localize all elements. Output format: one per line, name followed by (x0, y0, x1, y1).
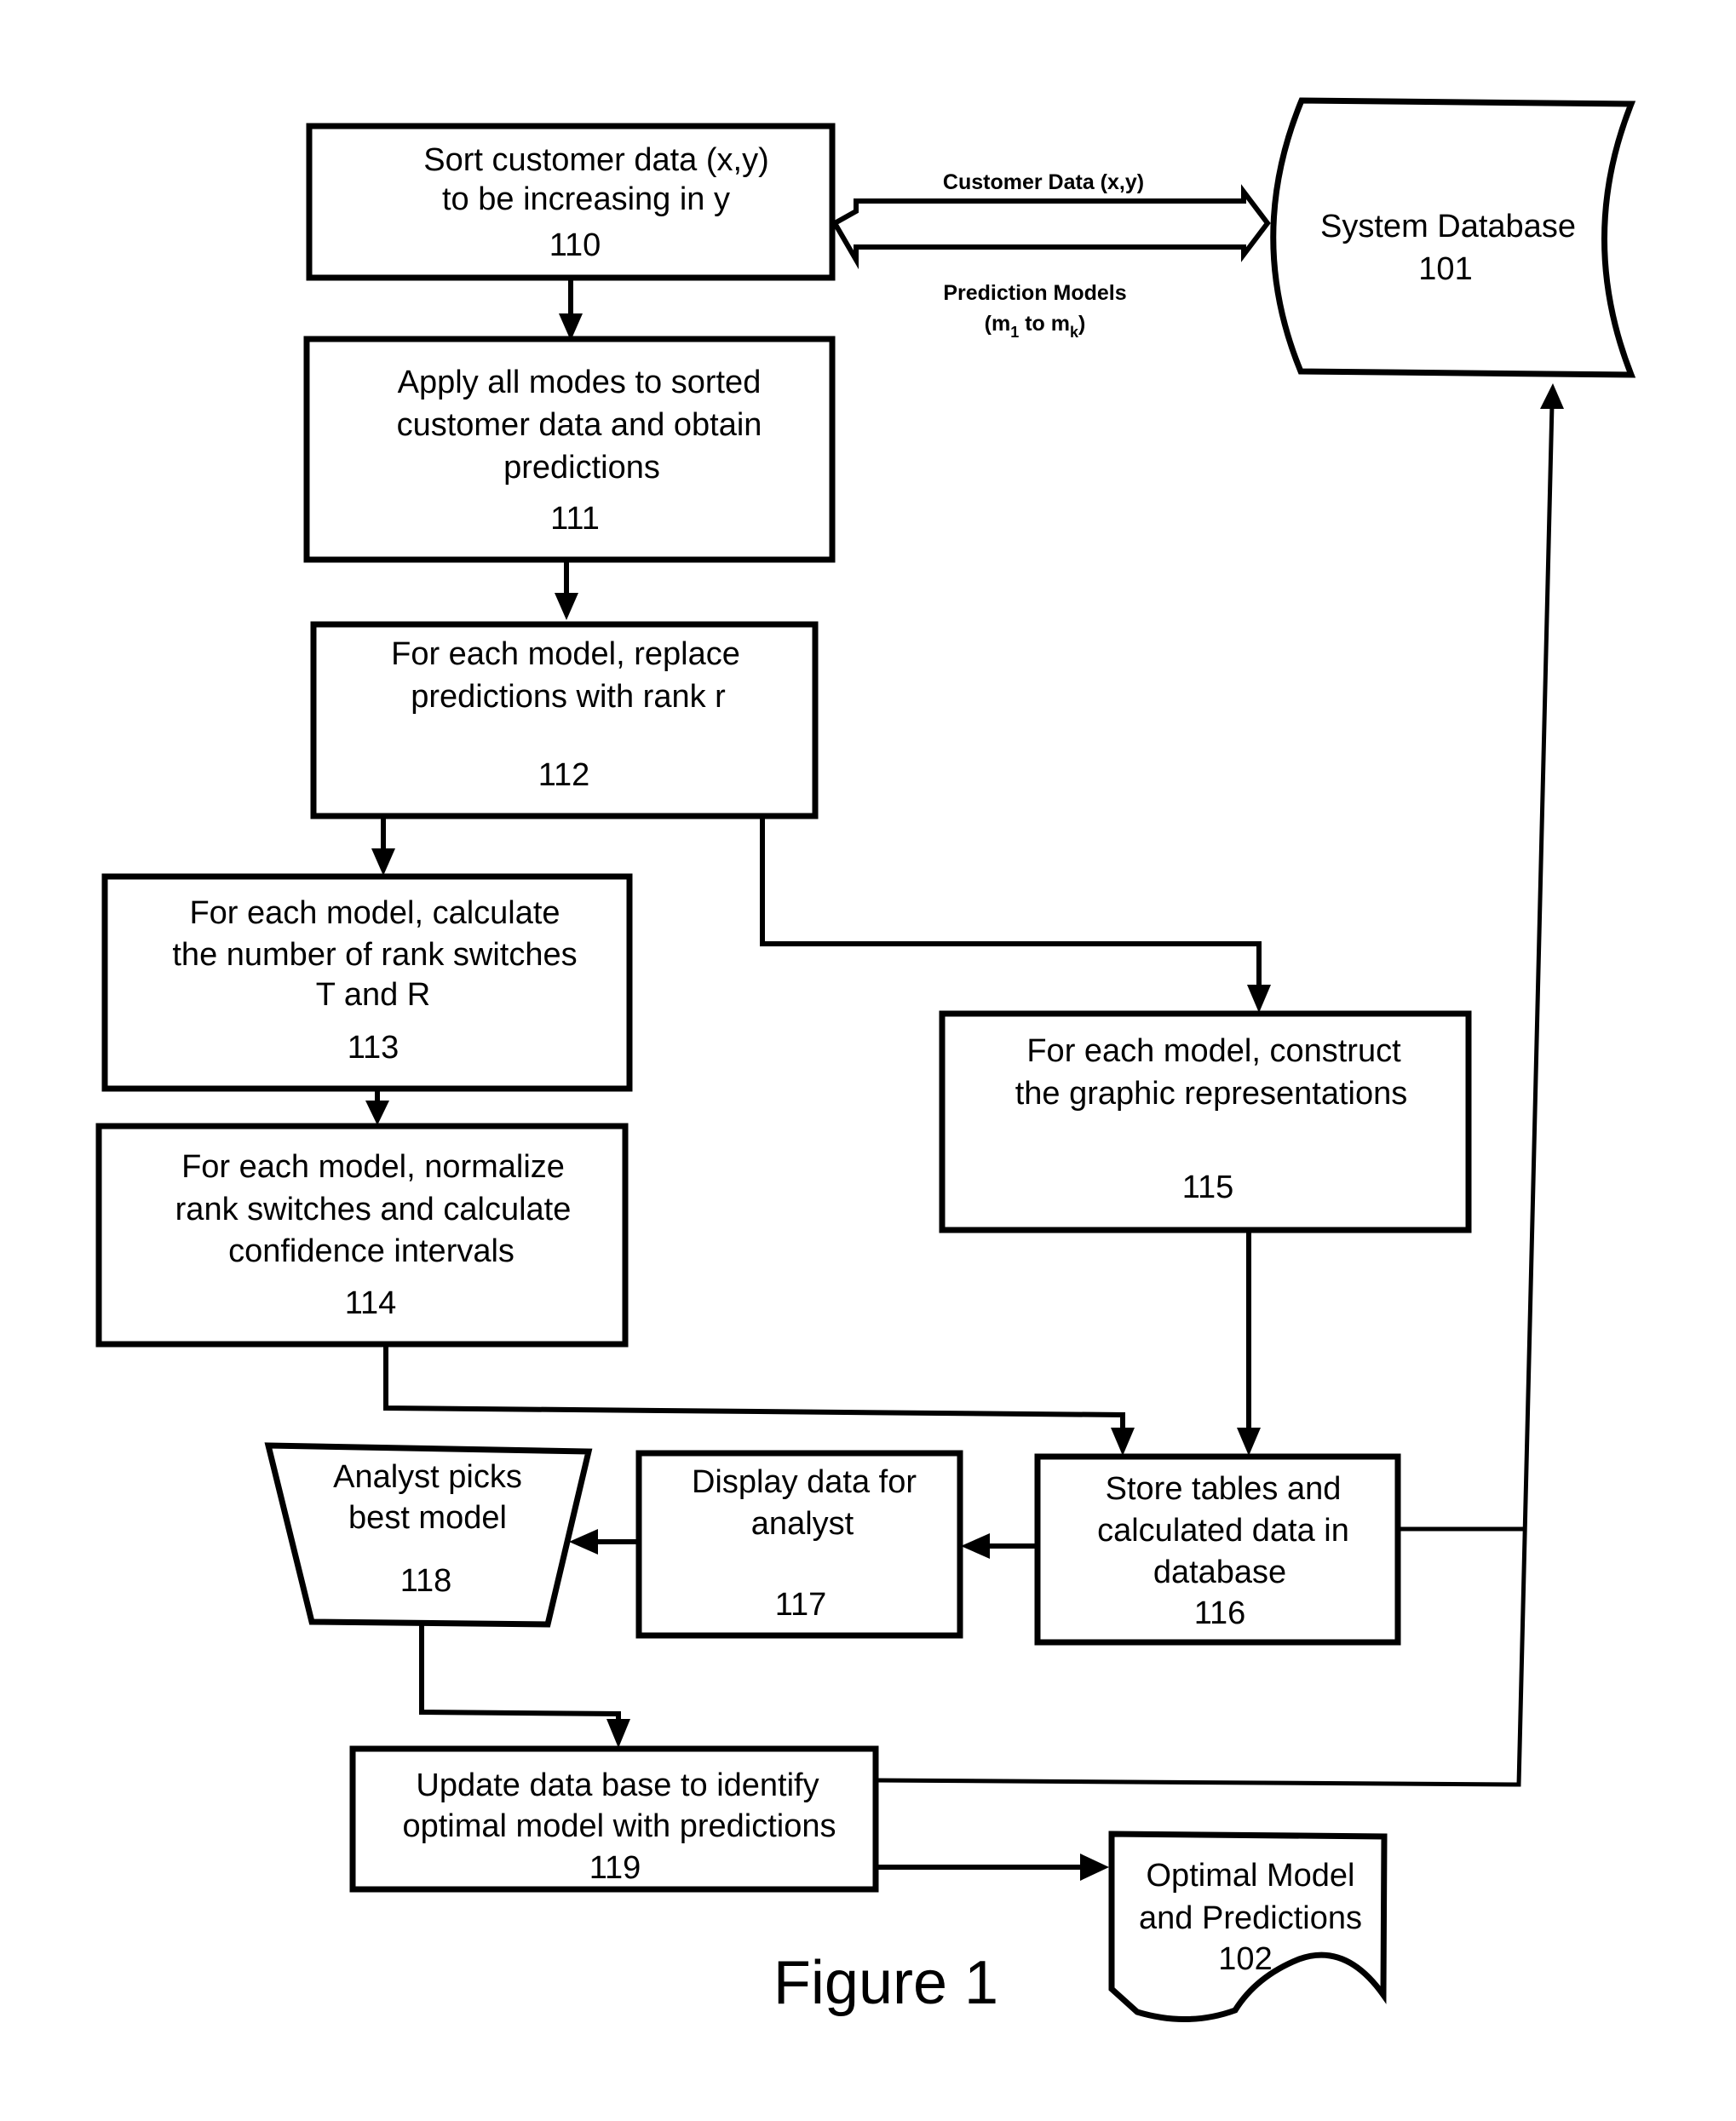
arrow-111-112 (555, 560, 578, 620)
node-111-line-3: predictions (503, 450, 660, 486)
node-116-line-2: calculated data in (1097, 1513, 1349, 1549)
node-114-line-1: For each model, normalize (181, 1149, 565, 1185)
node-116-line-3: database (1153, 1555, 1286, 1590)
arrow-113-114 (365, 1089, 389, 1125)
arrow-112-113 (371, 816, 395, 876)
node-110-line-1: Sort customer data (x,y) (423, 142, 768, 178)
process-node-114: For each model, normalize rank switches … (95, 1123, 629, 1348)
node-111-ref: 111 (550, 501, 600, 537)
node-118-ref: 118 (400, 1563, 452, 1599)
figure-caption: Figure 1 (773, 1949, 998, 2017)
node-116-ref: 116 (1194, 1595, 1246, 1631)
node-118-line-2: best model (348, 1500, 507, 1536)
node-110-ref: 110 (549, 227, 601, 263)
node-119-ref: 119 (589, 1850, 641, 1886)
node-111-line-1: Apply all modes to sorted (398, 365, 762, 400)
node-114-line-2: rank switches and calculate (175, 1192, 572, 1227)
process-node-116: Store tables and calculated data in data… (1034, 1453, 1401, 1646)
process-node-112: For each model, replace predictions with… (310, 621, 819, 819)
node-110-line-2: to be increasing in y (442, 181, 730, 217)
node-119-line-2: optimal model with predictions (402, 1808, 836, 1844)
node-116-line-1: Store tables and (1106, 1471, 1342, 1507)
bidirectional-arrow-110-101 (831, 184, 1271, 270)
node-119-line-1: Update data base to identify (416, 1768, 819, 1803)
node-115-ref: 115 (1182, 1170, 1234, 1205)
node-117-line-2: analyst (751, 1506, 854, 1542)
arrow-112-115 (760, 816, 1271, 1013)
node-102-line-1: Optimal Model (1147, 1858, 1355, 1894)
manual-operation-node-118: Analyst picks best model 118 (264, 1442, 593, 1628)
node-112-line-2: predictions with rank r (411, 679, 726, 715)
process-node-110: Sort customer data (x,y) to be increasin… (306, 123, 836, 281)
arrow-117-118 (569, 1529, 639, 1555)
node-101-ref: 101 (1418, 251, 1472, 287)
arrow-118-119 (419, 1624, 630, 1748)
node-112-line-1: For each model, replace (391, 636, 740, 672)
node-117-line-1: Display data for (692, 1464, 917, 1500)
arrow-116-117 (961, 1533, 1038, 1559)
node-112-ref: 112 (538, 757, 590, 793)
flowchart: Customer Data (x,y) Prediction Models (m… (95, 97, 1636, 2023)
node-111-line-2: customer data and obtain (397, 407, 762, 443)
arrow-114-116 (383, 1344, 1135, 1456)
node-118-line-1: Analyst picks (333, 1459, 522, 1495)
edge-label-model-range: (m1 to mk) (985, 312, 1086, 341)
node-102-line-2: and Predictions (1139, 1900, 1362, 1936)
arrow-115-116 (1237, 1230, 1261, 1456)
document-node-102: Optimal Model and Predictions 102 (1108, 1831, 1388, 2023)
node-113-line-3: T and R (316, 977, 430, 1013)
node-113-line-1: For each model, calculate (189, 895, 560, 931)
node-114-line-3: confidence intervals (228, 1233, 514, 1269)
node-113-ref: 113 (348, 1030, 400, 1066)
node-101-label: System Database (1320, 209, 1576, 244)
arrow-110-111 (559, 278, 583, 341)
node-115-line-2: the graphic representations (1015, 1076, 1408, 1112)
arrow-119-102 (876, 1854, 1109, 1881)
process-node-117: Display data for analyst 117 (635, 1450, 963, 1639)
stored-data-node-101: System Database 101 (1270, 97, 1636, 378)
node-115-line-1: For each model, construct (1026, 1033, 1401, 1069)
node-102-ref: 102 (1218, 1941, 1272, 1977)
node-113-line-2: the number of rank switches (172, 937, 577, 973)
edge-label-customer-data: Customer Data (x,y) (943, 170, 1144, 194)
process-node-113: For each model, calculate the number of … (101, 873, 633, 1092)
process-node-119: Update data base to identify optimal mod… (349, 1745, 879, 1893)
edge-label-prediction-models: Prediction Models (943, 281, 1126, 305)
process-node-111: Apply all modes to sorted customer data … (303, 336, 836, 563)
process-node-115: For each model, construct the graphic re… (939, 1010, 1472, 1233)
node-114-ref: 114 (345, 1285, 397, 1321)
node-117-ref: 117 (775, 1587, 827, 1623)
